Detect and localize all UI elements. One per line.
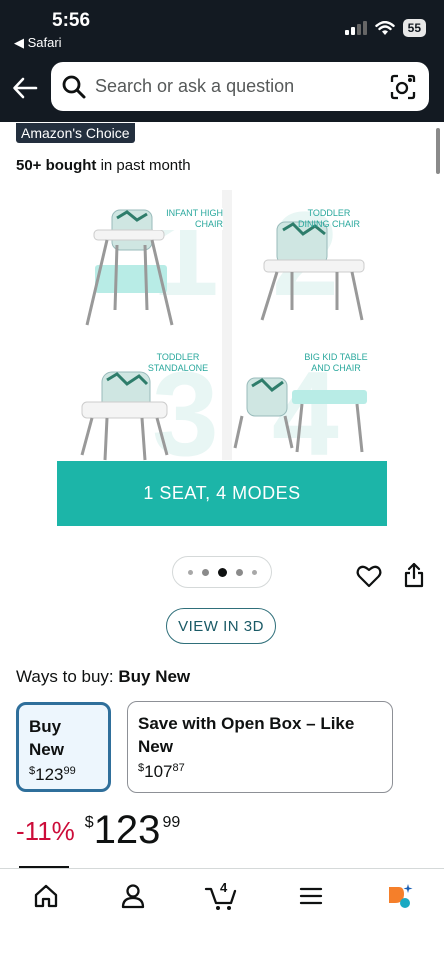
price-fraction: 99: [162, 814, 181, 831]
status-time: 5:56: [52, 10, 91, 31]
search-input[interactable]: Search or ask a question: [51, 62, 429, 111]
heart-icon[interactable]: [356, 563, 382, 589]
carousel-dot[interactable]: [201, 568, 209, 576]
back-arrow-icon[interactable]: [11, 74, 39, 102]
back-to-safari-link[interactable]: ◀ Safari: [14, 35, 62, 51]
status-icons: 55: [344, 19, 426, 37]
account-icon[interactable]: [118, 881, 148, 911]
cellular-signal-icon: [344, 21, 367, 35]
search-row: Search or ask a question: [0, 60, 444, 116]
ways-to-buy-prefix: Ways to buy:: [16, 667, 119, 686]
wifi-icon: [374, 20, 395, 35]
buy-option-price: $12399: [29, 765, 76, 784]
buy-option-open-box[interactable]: Save with Open Box – Like New $10787: [127, 701, 393, 793]
browser-header: 5:56 ◀ Safari 55 Search or ask a questio…: [0, 0, 444, 122]
buy-option-title: Save with Open Box – Like New: [138, 714, 355, 756]
ways-to-buy-heading: Ways to buy: Buy New: [16, 667, 190, 687]
bought-count: 50+ bought: [16, 157, 97, 174]
menu-icon[interactable]: [296, 881, 326, 911]
mode-label-big-kid: BIG KID TABLE AND CHAIR: [304, 352, 368, 373]
carousel-dot[interactable]: [235, 568, 243, 576]
ways-to-buy-selected: Buy New: [118, 667, 191, 686]
share-icon[interactable]: [403, 562, 425, 588]
camera-search-icon[interactable]: [389, 73, 417, 101]
buy-option-price: $10787: [138, 762, 185, 781]
discount-percent: -11%: [16, 816, 75, 846]
page-scrollbar[interactable]: [436, 128, 440, 174]
product-image-banner: 1 SEAT, 4 MODES: [57, 461, 387, 526]
view-in-3d-button[interactable]: VIEW IN 3D: [166, 608, 276, 644]
carousel-dot[interactable]: [187, 569, 193, 575]
mode-label-infant: INFANT HIGH CHAIR: [93, 208, 223, 230]
price-whole: 123: [93, 808, 161, 852]
buy-option-title: Buy New: [29, 717, 64, 759]
bought-in-past-month: 50+ bought in past month: [16, 157, 191, 174]
mode-label-toddler-standalone: TODDLER STANDALONE: [147, 352, 209, 373]
price-currency: $: [84, 814, 94, 831]
bottom-navigation: 4: [0, 868, 444, 960]
rufus-ai-icon[interactable]: [384, 881, 414, 911]
image-carousel-dots[interactable]: [172, 556, 272, 588]
home-icon[interactable]: [31, 881, 61, 911]
battery-level: 55: [402, 19, 426, 37]
cart-count: 4: [220, 880, 228, 895]
mode-label-toddler-dining: TODDLER DINING CHAIR: [297, 208, 360, 229]
search-icon: [62, 75, 86, 98]
search-placeholder: Search or ask a question: [95, 76, 295, 96]
price-display: -11% $ 123 99: [16, 808, 180, 852]
bought-suffix: in past month: [96, 157, 191, 174]
carousel-dot-active[interactable]: [217, 567, 227, 577]
carousel-dot[interactable]: [251, 569, 257, 575]
buy-option-new[interactable]: Buy New $12399: [16, 702, 111, 792]
amazons-choice-badge: Amazon's Choice: [16, 123, 135, 143]
